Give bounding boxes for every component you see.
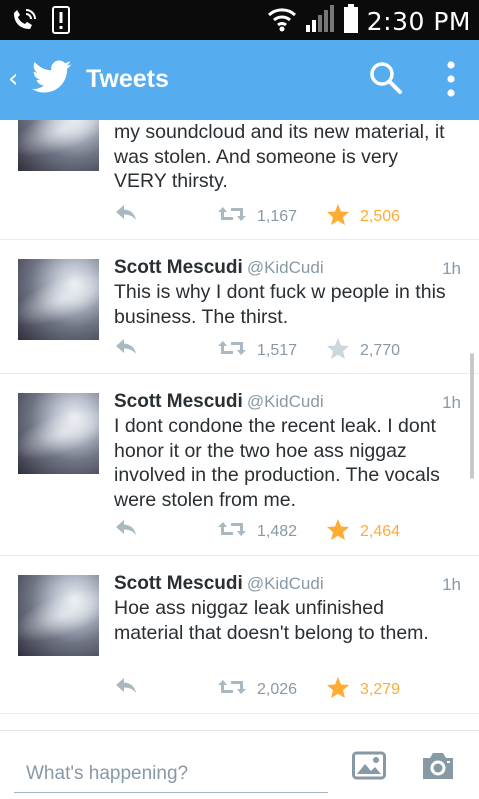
user-name[interactable]: Scott Mescudi bbox=[114, 573, 243, 594]
reply-icon[interactable] bbox=[114, 518, 138, 543]
favorite-count: 2,506 bbox=[360, 208, 401, 225]
reply-icon[interactable] bbox=[114, 337, 138, 362]
tweet-actions: 1,167 2,506 bbox=[114, 203, 454, 227]
overflow-menu-icon[interactable] bbox=[444, 58, 458, 105]
compose-bar bbox=[0, 730, 479, 799]
retweet-button[interactable]: 1,167 bbox=[217, 205, 297, 228]
tweet-text: I dont condone the recent leak. I dont h… bbox=[114, 415, 440, 511]
star-icon bbox=[326, 676, 350, 704]
status-bar: 2:30 PM bbox=[0, 0, 479, 40]
favorite-count: 3,279 bbox=[360, 681, 401, 698]
reply-icon[interactable] bbox=[114, 676, 138, 701]
retweet-button[interactable]: 1,482 bbox=[217, 520, 297, 543]
avatar[interactable] bbox=[18, 120, 99, 171]
star-icon bbox=[326, 518, 350, 546]
tweet-text: my soundcloud and its new material, it w… bbox=[114, 121, 445, 192]
retweet-icon bbox=[217, 339, 247, 362]
tweet-header: Scott Mescudi @KidCudi bbox=[114, 257, 324, 279]
tweet-text: This is why I dont fuck w people in this… bbox=[114, 281, 446, 328]
favorite-button[interactable]: 2,464 bbox=[326, 518, 400, 546]
status-time: 2:30 PM bbox=[366, 7, 471, 36]
user-name[interactable]: Scott Mescudi bbox=[114, 257, 243, 278]
tweet-header: Scott Mescudi @KidCudi bbox=[114, 391, 324, 413]
retweet-icon bbox=[217, 678, 247, 701]
retweet-button[interactable]: 2,026 bbox=[217, 678, 297, 701]
favorite-button[interactable]: 2,506 bbox=[326, 203, 400, 231]
retweet-icon bbox=[217, 205, 247, 228]
avatar[interactable] bbox=[18, 393, 99, 474]
favorite-button[interactable]: 2,770 bbox=[326, 337, 400, 365]
tweet[interactable]: my soundcloud and its new material, it w… bbox=[0, 120, 479, 240]
tweet-time: 1h bbox=[442, 259, 461, 278]
user-handle[interactable]: @KidCudi bbox=[247, 392, 324, 411]
retweet-count: 1,482 bbox=[257, 522, 298, 540]
tweet[interactable]: Scott Mescudi @KidCudi 1h I dont condone … bbox=[0, 374, 479, 556]
favorite-count: 2,770 bbox=[360, 342, 401, 359]
tweet-actions: 2,026 3,279 bbox=[114, 676, 454, 700]
retweet-count: 1,167 bbox=[257, 207, 298, 225]
tweet-time: 1h bbox=[442, 575, 461, 594]
star-icon bbox=[326, 337, 350, 365]
user-handle[interactable]: @KidCudi bbox=[247, 258, 324, 277]
timeline[interactable]: my soundcloud and its new material, it w… bbox=[0, 120, 479, 730]
user-handle[interactable]: @KidCudi bbox=[247, 574, 324, 593]
reply-icon[interactable] bbox=[114, 203, 138, 228]
compose-input[interactable] bbox=[14, 751, 328, 793]
tweet[interactable]: Scott Mescudi @KidCudi 1h This is why I d… bbox=[0, 240, 479, 374]
tweet-text: Hoe ass niggaz leak unfinished material … bbox=[114, 597, 429, 644]
photo-icon[interactable] bbox=[352, 751, 386, 786]
user-name[interactable]: Scott Mescudi bbox=[114, 391, 243, 412]
avatar[interactable] bbox=[18, 575, 99, 656]
tweet-actions: 1,482 2,464 bbox=[114, 518, 454, 542]
retweet-icon bbox=[217, 520, 247, 543]
wifi-calling-icon bbox=[10, 7, 38, 38]
search-icon[interactable] bbox=[368, 60, 404, 101]
retweet-count: 1,517 bbox=[257, 341, 298, 359]
retweet-button[interactable]: 1,517 bbox=[217, 339, 297, 362]
tweet[interactable]: Scott Mescudi @KidCudi 1h Hoe ass niggaz … bbox=[0, 556, 479, 714]
tweet-header: Scott Mescudi @KidCudi bbox=[114, 573, 324, 595]
signal-icon bbox=[305, 5, 335, 38]
scrollbar[interactable] bbox=[470, 353, 474, 479]
twitter-bird-icon[interactable] bbox=[32, 60, 72, 99]
retweet-count: 2,026 bbox=[257, 680, 298, 698]
avatar[interactable] bbox=[18, 259, 99, 340]
wifi-icon bbox=[267, 6, 297, 37]
battery-icon bbox=[343, 4, 359, 39]
alert-icon bbox=[52, 6, 70, 39]
back-chevron-icon[interactable]: ‹ bbox=[8, 64, 18, 94]
star-icon bbox=[326, 203, 350, 231]
favorite-count: 2,464 bbox=[360, 523, 401, 540]
favorite-button[interactable]: 3,279 bbox=[326, 676, 400, 704]
page-title: Tweets bbox=[86, 65, 169, 93]
tweet-time: 1h bbox=[442, 393, 461, 412]
app-header: ‹ Tweets bbox=[0, 40, 479, 120]
camera-icon[interactable] bbox=[420, 751, 456, 786]
tweet-actions: 1,517 2,770 bbox=[114, 337, 454, 361]
